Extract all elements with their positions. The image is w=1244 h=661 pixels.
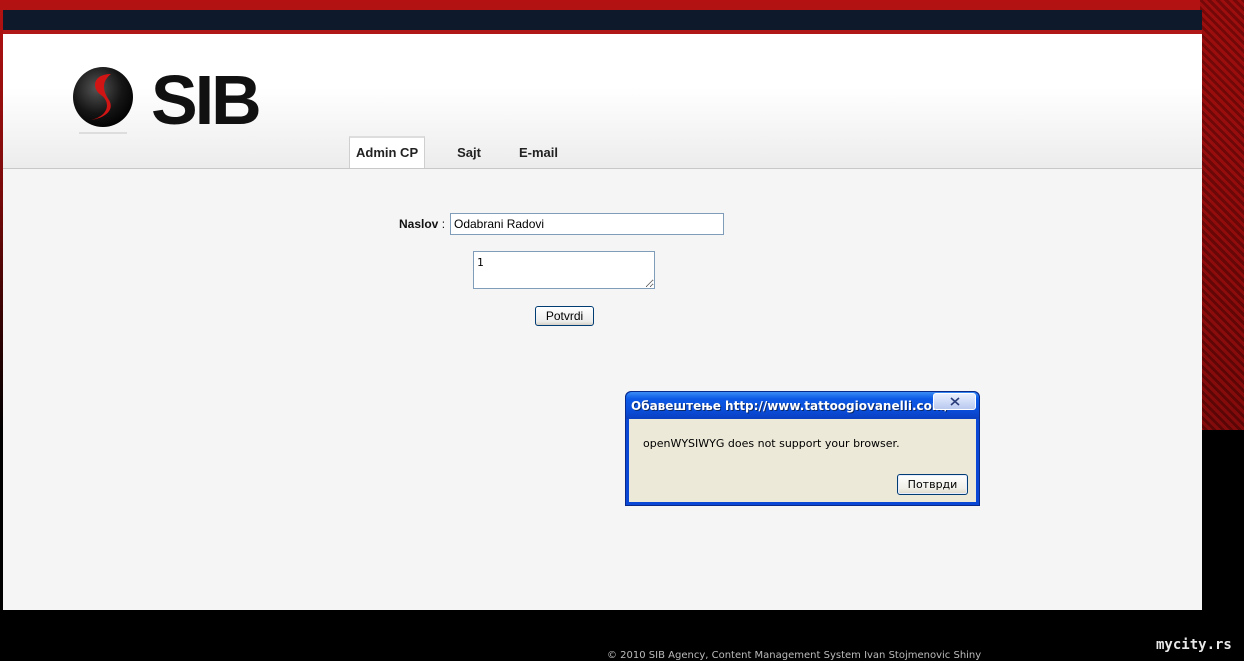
main-content: Naslov : 1 Potvrdi bbox=[3, 180, 1202, 610]
top-bar bbox=[3, 10, 1202, 34]
alert-dialog: Обавештење http://www.tattoogiovanelli.c… bbox=[625, 391, 980, 506]
nav-item-sajt[interactable]: Sajt bbox=[451, 136, 487, 168]
close-icon bbox=[949, 397, 960, 406]
dialog-message: openWYSIWYG does not support your browse… bbox=[643, 437, 900, 450]
nav-item-admin-cp[interactable]: Admin CP bbox=[349, 136, 426, 168]
dialog-body: openWYSIWYG does not support your browse… bbox=[629, 419, 976, 502]
title-label: Naslov : bbox=[399, 217, 445, 231]
page-container: SIB Admin CP Sajt E-mail Naslov : 1 Potv… bbox=[3, 10, 1202, 610]
sib-logo[interactable]: SIB bbox=[71, 61, 271, 144]
dialog-title: Обавештење http://www.tattoogiovanelli.c… bbox=[631, 399, 949, 413]
title-label-colon: : bbox=[438, 217, 446, 231]
body-textarea[interactable]: 1 bbox=[473, 251, 655, 289]
dialog-close-button[interactable] bbox=[933, 393, 976, 410]
logo-tagline-line bbox=[79, 132, 127, 134]
main-nav: Admin CP Sajt E-mail bbox=[349, 136, 590, 168]
background-pattern bbox=[1200, 0, 1244, 430]
logo-text: SIB bbox=[151, 61, 262, 139]
footer-copyright: © 2010 SIB Agency, Content Management Sy… bbox=[607, 650, 982, 661]
sib-logo-icon bbox=[73, 67, 133, 127]
submit-button[interactable]: Potvrdi bbox=[535, 306, 594, 326]
dialog-ok-button[interactable]: Потврди bbox=[897, 474, 968, 495]
nav-item-email[interactable]: E-mail bbox=[513, 136, 564, 168]
site-header: SIB Admin CP Sajt E-mail bbox=[3, 34, 1202, 169]
title-label-text: Naslov bbox=[399, 217, 439, 231]
watermark: mycity.rs bbox=[1156, 637, 1232, 653]
dialog-title-bar[interactable]: Обавештење http://www.tattoogiovanelli.c… bbox=[626, 392, 979, 419]
title-input[interactable] bbox=[450, 213, 724, 235]
